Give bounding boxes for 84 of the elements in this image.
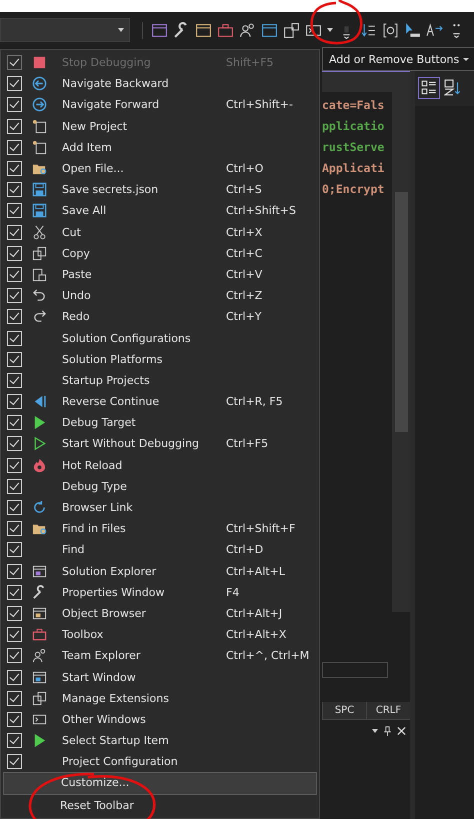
window-icon[interactable] <box>195 22 212 38</box>
menu-item[interactable]: Properties Window F4 <box>1 582 319 603</box>
pin-icon[interactable] <box>383 726 392 736</box>
text-sort-icon[interactable] <box>426 22 443 38</box>
copy-icon <box>32 246 47 261</box>
categorized-icon[interactable] <box>419 78 439 98</box>
paste-icon <box>32 266 47 282</box>
caret-icon[interactable] <box>372 729 378 733</box>
menu-item[interactable]: Startup Projects <box>1 370 319 391</box>
toolbox-icon <box>32 627 47 642</box>
new-project-icon <box>32 118 47 134</box>
menu-item[interactable]: Customize... <box>3 772 317 796</box>
menu-item[interactable]: Solution Platforms <box>1 348 319 370</box>
caret-icon[interactable] <box>327 28 333 32</box>
dropdown-field[interactable] <box>0 18 130 42</box>
menu-item[interactable]: Navigate Backward <box>1 73 319 94</box>
menu-item[interactable]: Solution Configurations <box>1 327 319 349</box>
save-icon <box>32 182 47 198</box>
menu-item[interactable]: Browser Link <box>1 496 319 518</box>
menu-item[interactable]: Navigate Forward Ctrl+Shift+- <box>1 94 319 116</box>
menu-item[interactable]: Reset Toolbar <box>3 795 317 816</box>
add-remove-buttons-button[interactable]: Add or Remove Buttons <box>322 47 474 71</box>
menu-item[interactable]: Project Configuration <box>1 751 319 772</box>
window-icon <box>32 670 47 685</box>
window-icon <box>32 606 47 621</box>
list-sort-icon[interactable] <box>360 22 377 38</box>
scissors-icon <box>32 224 47 240</box>
alphabetical-icon[interactable] <box>443 78 463 98</box>
menu-item[interactable]: Find Ctrl+D <box>1 539 319 560</box>
brackets-icon[interactable] <box>382 22 399 38</box>
menu-item[interactable]: Hot Reload <box>1 454 319 476</box>
extensions-icon <box>32 690 47 706</box>
undo-icon <box>32 288 47 304</box>
close-icon[interactable] <box>397 726 406 736</box>
menu-item[interactable]: Paste Ctrl+V <box>1 264 319 286</box>
refresh-icon <box>32 500 47 516</box>
code-line: rustServe <box>322 139 386 156</box>
save-all-icon <box>32 203 47 218</box>
menu-item[interactable]: Select Startup Item <box>1 730 319 752</box>
code-line: pplicatio <box>322 118 386 135</box>
add-item-icon <box>32 140 47 155</box>
caret-icon <box>118 28 124 32</box>
input-field[interactable] <box>322 662 388 678</box>
menu-item[interactable]: Manage Extensions <box>1 688 319 709</box>
menu-item[interactable]: Open File... Ctrl+O <box>1 158 319 180</box>
menu-item[interactable]: Solution Explorer Ctrl+Alt+L <box>1 560 319 582</box>
menu-item[interactable]: Other Windows <box>1 708 319 730</box>
menu-item[interactable]: New Project <box>1 116 319 137</box>
window-icon[interactable] <box>151 22 168 38</box>
menu-item[interactable]: Copy Ctrl+C <box>1 242 319 264</box>
code-line: 0;Encrypt <box>322 181 386 198</box>
extensions-icon[interactable] <box>283 22 300 38</box>
menu-item[interactable]: Redo Ctrl+Y <box>1 306 319 328</box>
reverse-icon <box>32 394 47 410</box>
code-line: cate=Fals <box>322 97 386 114</box>
cursor-icon[interactable] <box>404 22 421 38</box>
menu-item[interactable]: Cut Ctrl+X <box>1 222 319 243</box>
menu-item[interactable]: Save secrets.json Ctrl+S <box>1 179 319 200</box>
people-icon[interactable] <box>239 22 256 38</box>
menu-item[interactable]: Add Item <box>1 136 319 158</box>
menu-item[interactable]: Find in Files Ctrl+Shift+F <box>1 518 319 540</box>
menu-item[interactable]: Toolbox Ctrl+Alt+X <box>1 624 319 646</box>
window-icon[interactable] <box>261 22 278 38</box>
play-outline-icon <box>32 436 47 452</box>
window-icon <box>32 564 47 579</box>
menu-item[interactable]: Start Window <box>1 666 319 688</box>
menu-item[interactable]: Reverse Continue Ctrl+R, F5 <box>1 391 319 412</box>
menu-item[interactable]: Debug Target <box>1 412 319 434</box>
wrench-icon <box>32 584 47 600</box>
redo-icon <box>32 309 47 324</box>
toolbox-icon[interactable] <box>217 22 234 38</box>
people-icon <box>32 648 47 664</box>
stop-icon <box>32 55 47 70</box>
menu-item[interactable]: Debug Type <box>1 476 319 497</box>
menu-item[interactable]: Object Browser Ctrl+Alt+J <box>1 602 319 624</box>
flame-icon <box>32 458 47 473</box>
menu-item[interactable]: Save All Ctrl+Shift+S <box>1 200 319 222</box>
code-line: Applicati <box>322 160 386 177</box>
status-item[interactable]: SPC <box>322 702 366 719</box>
menu-item[interactable]: Undo Ctrl+Z <box>1 285 319 306</box>
menu-item[interactable]: Start Without Debugging Ctrl+F5 <box>1 433 319 455</box>
play-icon <box>32 733 47 748</box>
menu-item[interactable]: Team Explorer Ctrl+^, Ctrl+M <box>1 645 319 666</box>
play-icon <box>32 415 47 430</box>
